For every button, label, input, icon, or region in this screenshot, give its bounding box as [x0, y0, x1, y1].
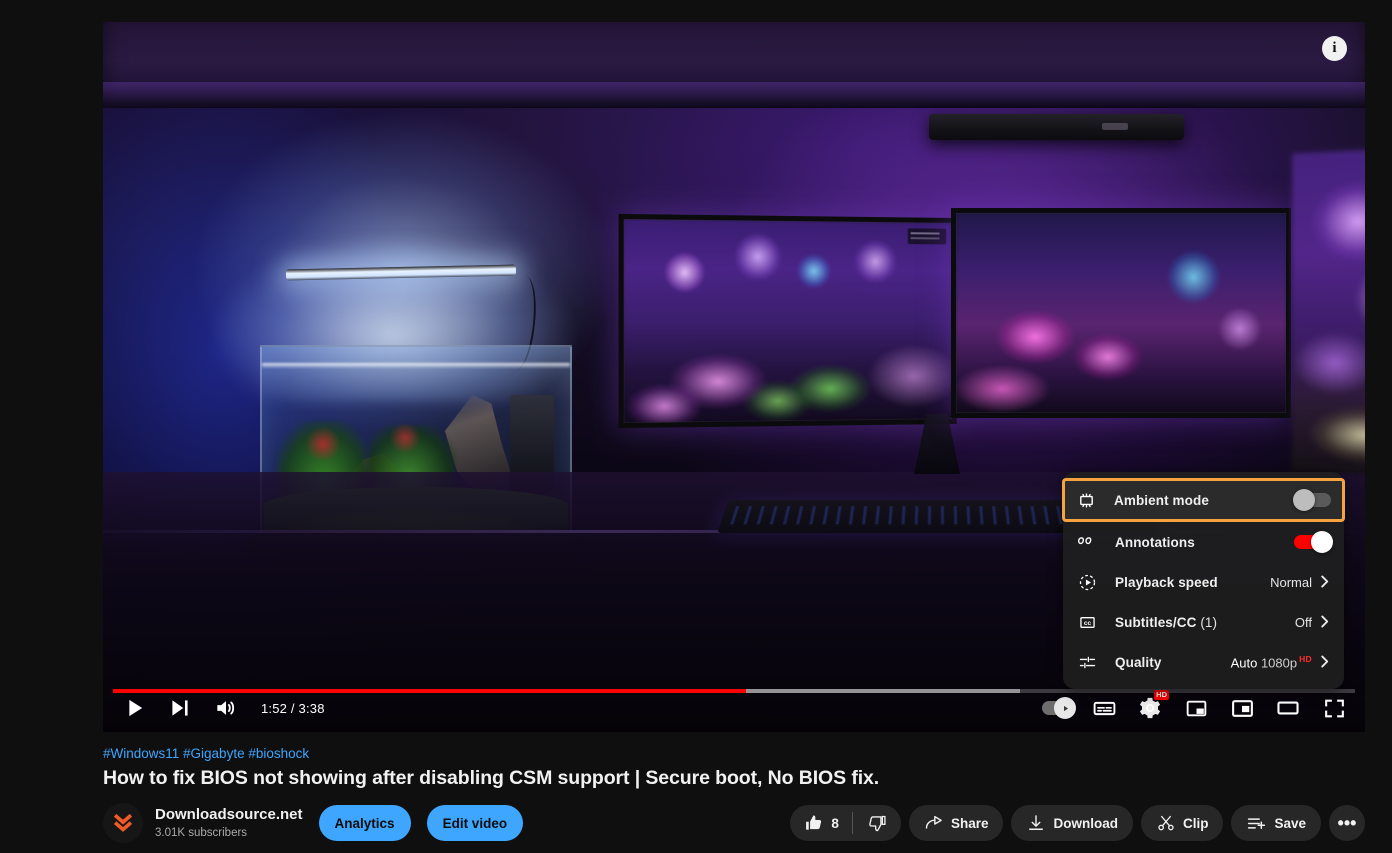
- miniplayer-button[interactable]: [1173, 685, 1219, 731]
- play-button[interactable]: [111, 685, 157, 731]
- player-controls: 1:52 / 3:38 HD: [103, 684, 1365, 732]
- annotations-icon: [1075, 530, 1099, 554]
- settings-item-label: Subtitles/CC (1): [1115, 614, 1218, 630]
- save-button[interactable]: Save: [1231, 805, 1321, 841]
- hashtags[interactable]: #Windows11 #Gigabyte #bioshock: [103, 746, 1365, 761]
- red-plant-mid: [390, 423, 420, 453]
- quality-value: Auto 1080p HD: [1230, 653, 1312, 671]
- red-plant-left: [306, 427, 340, 461]
- annotations-toggle[interactable]: [1294, 531, 1333, 553]
- edit-video-button[interactable]: Edit video: [426, 805, 524, 841]
- settings-button[interactable]: HD: [1127, 685, 1173, 731]
- monitor-center-screen: [956, 213, 1286, 413]
- ambient-mode-icon: [1074, 488, 1098, 512]
- clip-button[interactable]: Clip: [1140, 805, 1224, 841]
- download-label: Download: [1053, 815, 1118, 831]
- double-chevron-logo: [113, 813, 133, 832]
- playback-speed-value: Normal: [1270, 574, 1312, 590]
- settings-item-quality[interactable]: Quality Auto 1080p HD: [1063, 642, 1344, 682]
- svg-text:cc: cc: [1083, 620, 1091, 627]
- video-meta: #Windows11 #Gigabyte #bioshock How to fi…: [103, 746, 1365, 790]
- settings-item-playback-speed[interactable]: Playback speed Normal: [1063, 562, 1344, 602]
- settings-item-annotations[interactable]: Annotations: [1063, 522, 1344, 562]
- clip-label: Clip: [1182, 815, 1209, 831]
- subtitles-count: (1): [1200, 614, 1218, 630]
- save-label: Save: [1274, 815, 1306, 831]
- avatar[interactable]: [103, 803, 143, 843]
- monitor-left-screen: [623, 219, 953, 423]
- water-line: [262, 363, 570, 368]
- dislike-button[interactable]: [853, 813, 901, 833]
- chevron-right-icon: [1319, 614, 1330, 631]
- settings-item-label: Ambient mode: [1114, 492, 1209, 508]
- subscriber-count: 3.01K subscribers: [155, 827, 248, 839]
- settings-item-ambient-mode[interactable]: Ambient mode: [1062, 478, 1345, 522]
- channel-info: Downloadsource.net 3.01K subscribers: [155, 805, 303, 841]
- picture-in-picture-button[interactable]: [1219, 685, 1265, 731]
- ceiling: [103, 22, 1365, 108]
- autoplay-toggle[interactable]: [1035, 685, 1081, 731]
- action-buttons: 8 Share Download Clip Save •••: [790, 805, 1365, 841]
- playback-speed-icon: [1075, 570, 1099, 594]
- subtitles-value: Off: [1294, 614, 1312, 630]
- subtitles-button[interactable]: [1081, 685, 1127, 731]
- ambient-mode-toggle[interactable]: [1293, 489, 1331, 511]
- settings-item-label: Annotations: [1115, 534, 1195, 550]
- settings-item-label: Quality: [1115, 654, 1162, 670]
- settings-item-subtitles-cc[interactable]: cc Subtitles/CC (1) Off: [1063, 602, 1344, 642]
- chevron-right-icon: [1319, 574, 1330, 591]
- volume-button[interactable]: [203, 685, 249, 731]
- more-actions-button[interactable]: •••: [1329, 805, 1365, 841]
- info-icon[interactable]: i: [1322, 36, 1347, 61]
- settings-item-label: Playback speed: [1115, 574, 1218, 590]
- subtitles-icon: cc: [1075, 610, 1099, 634]
- settings-hd-badge: HD: [1154, 690, 1169, 700]
- like-count: 8: [831, 815, 839, 831]
- chevron-right-icon: [1319, 654, 1330, 671]
- analytics-button[interactable]: Analytics: [318, 805, 411, 841]
- download-button[interactable]: Download: [1011, 805, 1133, 841]
- quality-icon: [1075, 650, 1099, 674]
- fullscreen-button[interactable]: [1311, 685, 1357, 731]
- monitor-left: [618, 213, 957, 429]
- time-display: 1:52 / 3:38: [261, 700, 325, 716]
- share-label: Share: [950, 815, 989, 831]
- channel-name[interactable]: Downloadsource.net: [155, 805, 303, 825]
- hd-badge: HD: [1299, 653, 1312, 664]
- page-title: How to fix BIOS not showing after disabl…: [103, 767, 880, 789]
- monitor-center: [951, 208, 1291, 418]
- owner-actions-row: Downloadsource.net 3.01K subscribers Ana…: [103, 798, 1365, 848]
- next-video-button[interactable]: [157, 685, 203, 731]
- like-dislike-group: 8: [790, 805, 901, 841]
- theater-mode-button[interactable]: [1265, 685, 1311, 731]
- share-button[interactable]: Share: [908, 805, 1004, 841]
- monitor-left-overlay: [907, 228, 947, 245]
- youtube-watch-page: i Ambient mode Annotations Playback spee…: [0, 0, 1392, 853]
- video-player[interactable]: i Ambient mode Annotations Playback spee…: [103, 22, 1365, 732]
- like-button[interactable]: 8: [790, 813, 852, 833]
- foreground-display-panel: [1292, 146, 1365, 478]
- settings-menu[interactable]: Ambient mode Annotations Playback speed …: [1062, 472, 1345, 689]
- soundbar: [929, 114, 1184, 140]
